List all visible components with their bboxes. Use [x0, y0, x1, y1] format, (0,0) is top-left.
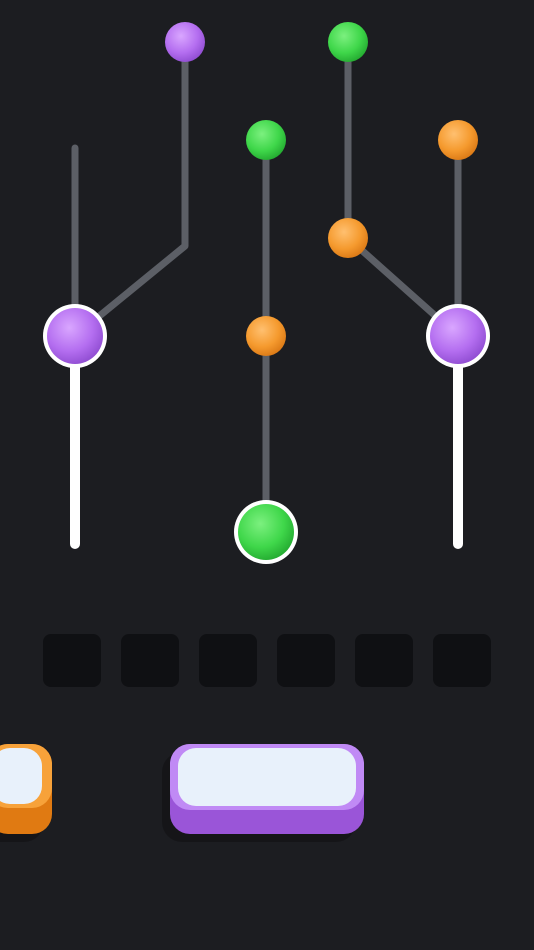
tray-orange[interactable]	[0, 744, 52, 834]
ball-body	[47, 308, 103, 364]
slot-5	[355, 634, 413, 687]
ball-body	[165, 22, 205, 62]
tray-face	[0, 748, 42, 804]
ball-orange-right-branch[interactable]	[328, 218, 368, 258]
ball-purple-right-head[interactable]	[426, 304, 490, 368]
ball-body	[328, 22, 368, 62]
tracks	[70, 38, 463, 549]
slot-1	[43, 634, 101, 687]
ball-body	[246, 316, 286, 356]
ball-body	[328, 218, 368, 258]
ball-body	[430, 308, 486, 364]
slot-6	[433, 634, 491, 687]
ball-body	[238, 504, 294, 560]
slot-3	[199, 634, 257, 687]
tray-face	[178, 748, 356, 806]
ball-purple-top-left[interactable]	[165, 22, 205, 62]
ball-body	[246, 120, 286, 160]
track-right-branch	[344, 38, 462, 340]
game-board	[0, 0, 534, 950]
ball-orange-middle[interactable]	[246, 316, 286, 356]
ball-purple-left-head[interactable]	[43, 304, 107, 368]
track-left-branch	[71, 38, 189, 340]
ball-green-middle-head[interactable]	[234, 500, 298, 564]
ball-body	[438, 120, 478, 160]
ball-orange-top-right[interactable]	[438, 120, 478, 160]
tray-purple[interactable]	[170, 744, 364, 834]
ball-green-middle[interactable]	[246, 120, 286, 160]
ball-green-top-right[interactable]	[328, 22, 368, 62]
slot-4	[277, 634, 335, 687]
slot-2	[121, 634, 179, 687]
